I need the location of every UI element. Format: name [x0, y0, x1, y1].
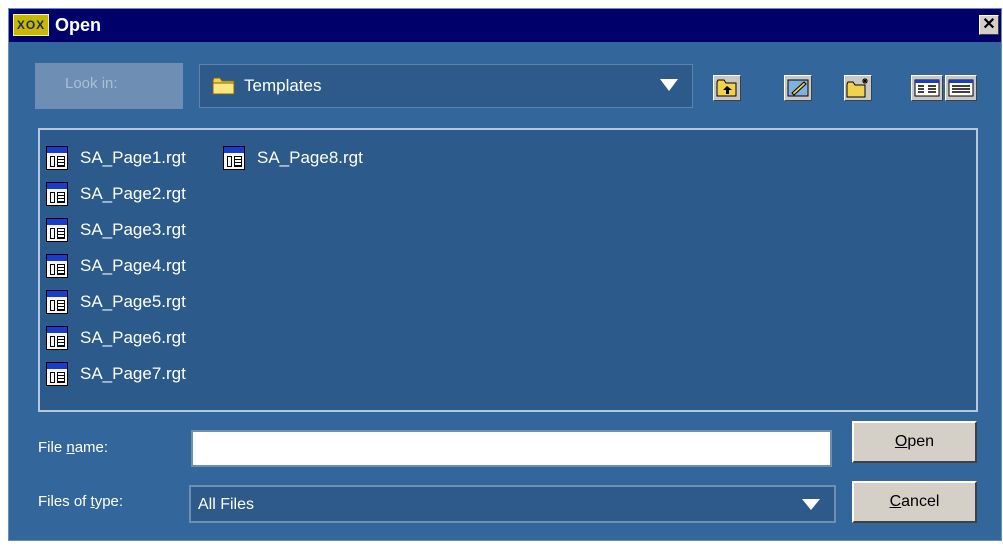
file-name: SA_Page2.rgt [80, 184, 186, 203]
files-of-type-dropdown[interactable]: All Files [189, 485, 836, 523]
up-one-level-icon [716, 79, 737, 97]
report-file-icon [223, 146, 245, 170]
new-folder-button[interactable] [844, 75, 872, 101]
report-file-icon [46, 326, 68, 350]
file-name: SA_Page8.rgt [257, 148, 363, 167]
details-view-button[interactable] [945, 75, 977, 101]
file-name-input[interactable] [191, 430, 832, 467]
list-view-button[interactable] [911, 75, 943, 101]
desktop-icon [787, 79, 809, 97]
look-in-value: Templates [244, 76, 322, 95]
desktop-button[interactable] [784, 75, 812, 101]
file-name: SA_Page1.rgt [80, 148, 186, 167]
chevron-down-icon[interactable] [802, 499, 820, 510]
title-bar[interactable]: XOX Open ✕ [9, 9, 1001, 42]
file-name: SA_Page3.rgt [80, 220, 186, 239]
files-of-type-label: Files of type: [38, 493, 124, 510]
report-file-icon [46, 182, 68, 206]
file-name: SA_Page4.rgt [80, 256, 186, 275]
files-of-type-value: All Files [198, 496, 255, 513]
folder-icon [212, 77, 235, 95]
cancel-button[interactable]: Cancel [852, 481, 977, 523]
file-name: SA_Page6.rgt [80, 328, 186, 347]
file-name: SA_Page5.rgt [80, 292, 186, 311]
look-in-dropdown[interactable]: Templates [199, 64, 693, 108]
open-dialog: XOX Open ✕ Look in: Templates SA_Page1.r… [8, 8, 1002, 541]
file-name-label: File name: [38, 439, 109, 456]
file-name: SA_Page7.rgt [80, 364, 186, 383]
details-view-icon [948, 79, 974, 97]
report-file-icon [46, 362, 68, 386]
list-view-icon [914, 79, 940, 97]
new-folder-icon [846, 78, 868, 98]
report-file-icon [46, 218, 68, 242]
report-file-icon [46, 290, 68, 314]
report-file-icon [46, 146, 68, 170]
file-list[interactable]: SA_Page1.rgt SA_Page2.rgt SA_Page3.rgt S… [38, 128, 978, 412]
up-one-level-button[interactable] [713, 75, 741, 101]
report-file-icon [46, 254, 68, 278]
open-button[interactable]: Open [852, 421, 977, 463]
look-in-label: Look in: [65, 75, 118, 92]
close-button[interactable]: ✕ [979, 15, 999, 35]
dialog-title: Open [55, 15, 102, 35]
chevron-down-icon[interactable] [660, 79, 678, 91]
app-icon: XOX [13, 14, 49, 36]
look-in-label-area: Look in: [35, 63, 183, 109]
